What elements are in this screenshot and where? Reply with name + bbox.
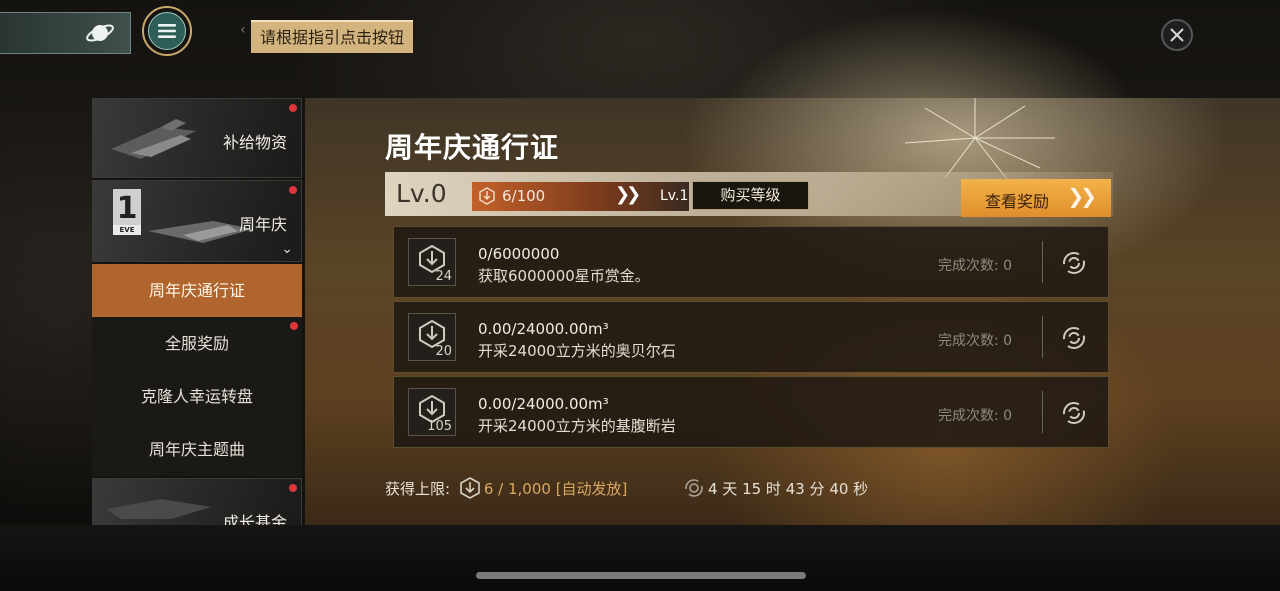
- task-list: 24 0/6000000 获取6000000星币赏金。 完成次数: 0 20 0…: [393, 226, 1111, 460]
- double-chevron-right-icon: ❯❯: [615, 184, 641, 205]
- sidebar-item-anniversary-pass[interactable]: 周年庆通行证: [92, 264, 302, 317]
- guide-tip: 请根据指引点击按钮: [251, 20, 414, 53]
- refresh-icon[interactable]: [1061, 250, 1087, 276]
- main-panel: 周年庆通行证 Lv.0 6/100 ❯❯ Lv.1 购买等级 查看奖励 ❯❯ 2…: [305, 98, 1280, 525]
- divider: [1042, 391, 1043, 433]
- current-level: Lv.0: [396, 179, 447, 208]
- bottom-scene: [0, 525, 1280, 591]
- timer-icon: [685, 479, 703, 497]
- menu-icon: [158, 24, 176, 38]
- refresh-icon[interactable]: [1061, 400, 1087, 426]
- sidebar-item-label: 成长基金: [222, 513, 287, 525]
- menu-button[interactable]: [142, 6, 192, 56]
- task-progress: 0.00/24000.00m³: [478, 395, 609, 413]
- task-row: 20 0.00/24000.00m³ 开采24000立方米的奥贝尔石 完成次数:…: [393, 301, 1109, 373]
- planet-icon: [86, 24, 114, 42]
- task-description: 开采24000立方米的基腹断岩: [478, 417, 676, 435]
- chevron-left-icon: ‹: [240, 22, 246, 38]
- sidebar-item-label: 周年庆: [238, 215, 287, 234]
- earn-limit: 获得上限: 6 / 1,000 [自动发放]: [385, 477, 627, 499]
- medal-icon: [479, 187, 495, 205]
- sidebar-item-supplies[interactable]: 补给物资: [92, 98, 302, 178]
- home-indicator[interactable]: [476, 572, 806, 579]
- view-rewards-button[interactable]: 查看奖励 ❯❯: [961, 179, 1111, 217]
- notification-dot: [289, 484, 297, 492]
- next-level: Lv.1: [660, 188, 689, 204]
- task-completion-count: 完成次数: 0: [938, 408, 1013, 424]
- sidebar-item-anniversary[interactable]: 1 EVE 周年庆 ⌄: [92, 180, 302, 262]
- medal-icon: [460, 477, 480, 499]
- close-button[interactable]: [1161, 19, 1193, 51]
- task-medal-icon: 105: [408, 388, 456, 436]
- refresh-icon[interactable]: [1061, 325, 1087, 351]
- page-title: 周年庆通行证: [385, 131, 560, 164]
- planet-button[interactable]: [0, 12, 131, 54]
- divider: [1042, 316, 1043, 358]
- xp-progress: 6/100 ❯❯ Lv.1: [472, 182, 689, 211]
- close-icon: [1170, 28, 1184, 42]
- ship-image: [106, 499, 211, 519]
- task-medal-icon: 24: [408, 238, 456, 286]
- anniversary-logo: 1 EVE: [113, 189, 141, 235]
- task-row: 24 0/6000000 获取6000000星币赏金。 完成次数: 0: [393, 226, 1109, 298]
- time-remaining: 4 天 15 时 43 分 40 秒: [679, 478, 868, 499]
- buy-level-button[interactable]: 购买等级: [692, 181, 809, 210]
- sidebar-item-label: 补给物资: [222, 133, 287, 152]
- ship-image: [111, 119, 196, 159]
- sidebar: 补给物资 1 EVE 周年庆 ⌄ 周年庆通行证 全服奖励 克隆人幸运转盘 周年庆…: [92, 98, 305, 525]
- task-row: 105 0.00/24000.00m³ 开采24000立方米的基腹断岩 完成次数…: [393, 376, 1109, 448]
- task-completion-count: 完成次数: 0: [938, 333, 1013, 349]
- double-chevron-right-icon: ❯❯: [1067, 184, 1096, 208]
- task-description: 获取6000000星币赏金。: [478, 267, 650, 285]
- sidebar-item-clone-wheel[interactable]: 克隆人幸运转盘: [92, 370, 302, 423]
- task-description: 开采24000立方米的奥贝尔石: [478, 342, 676, 360]
- task-medal-icon: 20: [408, 313, 456, 361]
- notification-dot: [289, 104, 297, 112]
- chevron-down-icon: ⌄: [281, 241, 293, 257]
- sidebar-item-theme-song[interactable]: 周年庆主题曲: [92, 423, 302, 476]
- sidebar-item-growth-fund[interactable]: 成长基金: [92, 478, 302, 525]
- notification-dot: [289, 186, 297, 194]
- sidebar-item-server-rewards[interactable]: 全服奖励: [92, 317, 302, 370]
- notification-dot: [290, 322, 298, 330]
- divider: [1042, 241, 1043, 283]
- task-progress: 0/6000000: [478, 245, 560, 263]
- task-completion-count: 完成次数: 0: [938, 258, 1013, 274]
- task-progress: 0.00/24000.00m³: [478, 320, 609, 338]
